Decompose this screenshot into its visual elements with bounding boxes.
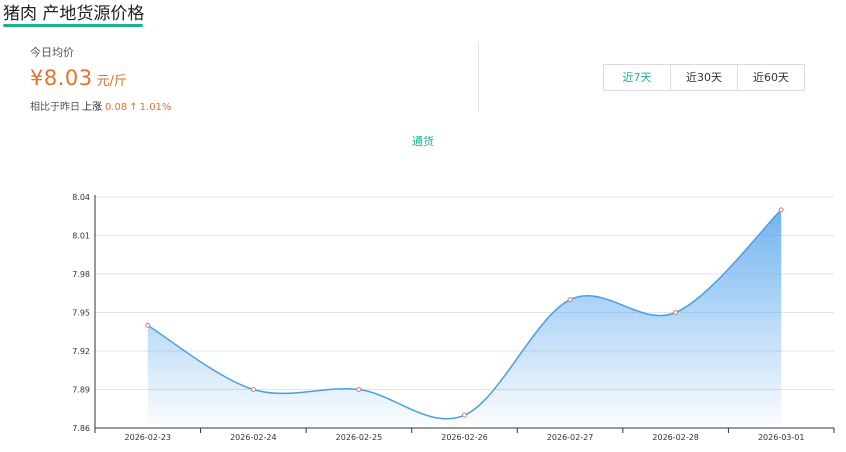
y-tick-label: 7.92 — [72, 347, 90, 356]
data-point — [250, 387, 256, 392]
x-tick-label: 2026-02-26 — [441, 433, 488, 442]
y-tick-label: 7.89 — [72, 386, 90, 395]
x-tick-label: 2026-02-28 — [652, 433, 699, 442]
y-tick-label: 7.98 — [72, 270, 90, 279]
data-point — [145, 322, 151, 328]
price-chart: 7.86 7.89 7.92 7.95 7.98 8.01 8.04 2026-02-23 20… — [72, 193, 835, 442]
x-tick-label: 2026-02-25 — [336, 433, 383, 442]
x-tick-label: 2026-03-01 — [758, 433, 805, 442]
data-point — [567, 297, 573, 303]
data-point — [462, 412, 467, 418]
x-tick-label: 2026-02-24 — [230, 433, 277, 442]
y-tick-label: 7.95 — [72, 309, 90, 318]
data-point — [673, 310, 679, 315]
x-tick-label: 2026-02-23 — [125, 433, 172, 442]
data-point — [778, 207, 784, 213]
data-point — [356, 387, 362, 392]
y-tick-label: 7.86 — [72, 424, 90, 433]
y-tick-label: 8.01 — [72, 232, 90, 241]
series-area — [147, 209, 782, 428]
y-tick-label: 8.04 — [72, 193, 90, 202]
x-tick-label: 2026-02-27 — [547, 433, 594, 442]
